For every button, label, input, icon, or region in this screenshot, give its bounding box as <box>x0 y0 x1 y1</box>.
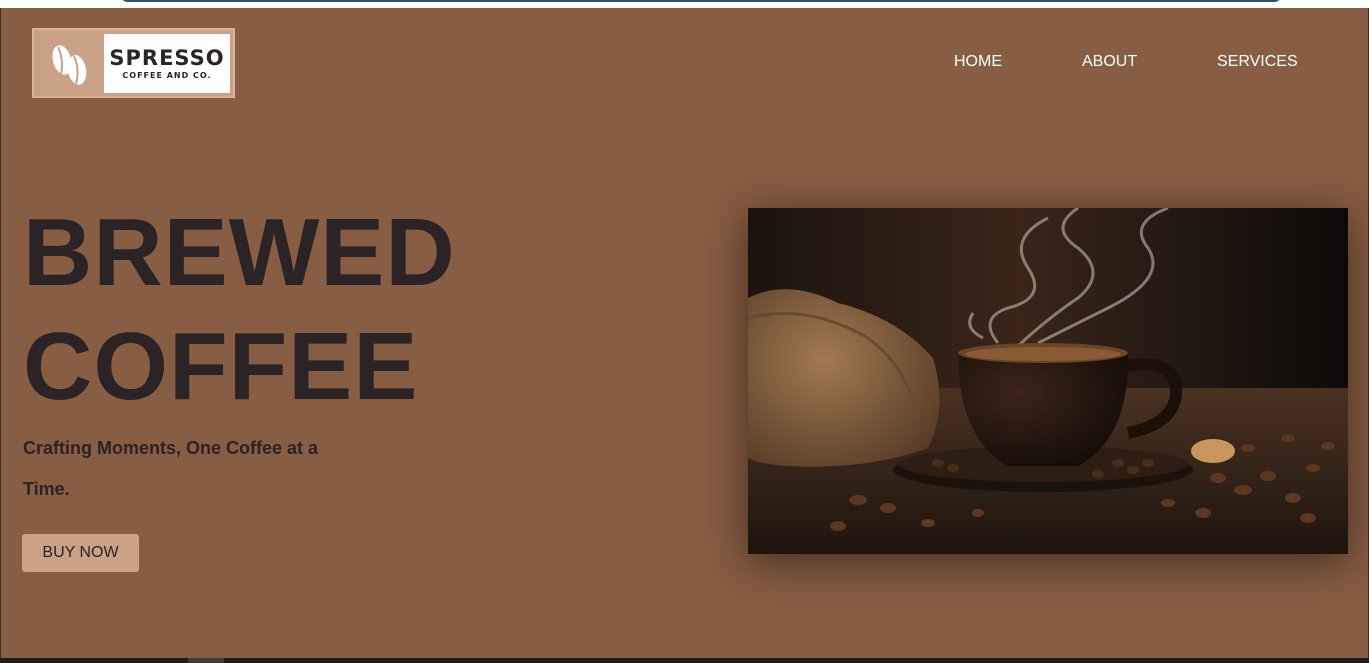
browser-address-bar[interactable] <box>120 0 1282 2</box>
sugar-cube <box>1191 439 1235 463</box>
browser-bottom-strip <box>0 658 1369 663</box>
nav-about[interactable]: ABOUT <box>1082 53 1137 71</box>
hero-tagline: Crafting Moments, One Coffee at a Time. <box>23 438 319 499</box>
landing-page: SPRESSO COFFEE AND CO. HOME ABOUT SERVIC… <box>0 8 1369 658</box>
coffee-cup-illustration <box>748 208 1348 554</box>
coffee-beans-icon <box>52 45 87 85</box>
hero-title-line-1: BREWED <box>23 199 456 306</box>
hero-title-line-2: COFFEE <box>23 313 419 420</box>
site-logo[interactable]: SPRESSO COFFEE AND CO. <box>32 28 235 98</box>
browser-top-strip <box>0 0 1369 8</box>
logo-brand: SPRESSO <box>109 46 225 70</box>
logo-wordmark: SPRESSO COFFEE AND CO. <box>104 34 230 93</box>
scrollbar-thumb[interactable] <box>188 658 224 663</box>
coffee-cup-photo <box>748 208 1348 554</box>
nav-home[interactable]: HOME <box>954 53 1002 71</box>
logo-tagline: COFFEE AND CO. <box>122 71 212 80</box>
buy-now-button[interactable]: BUY NOW <box>22 534 139 572</box>
nav-services[interactable]: SERVICES <box>1217 53 1298 71</box>
hero-title: BREWED COFFEE <box>23 196 456 424</box>
